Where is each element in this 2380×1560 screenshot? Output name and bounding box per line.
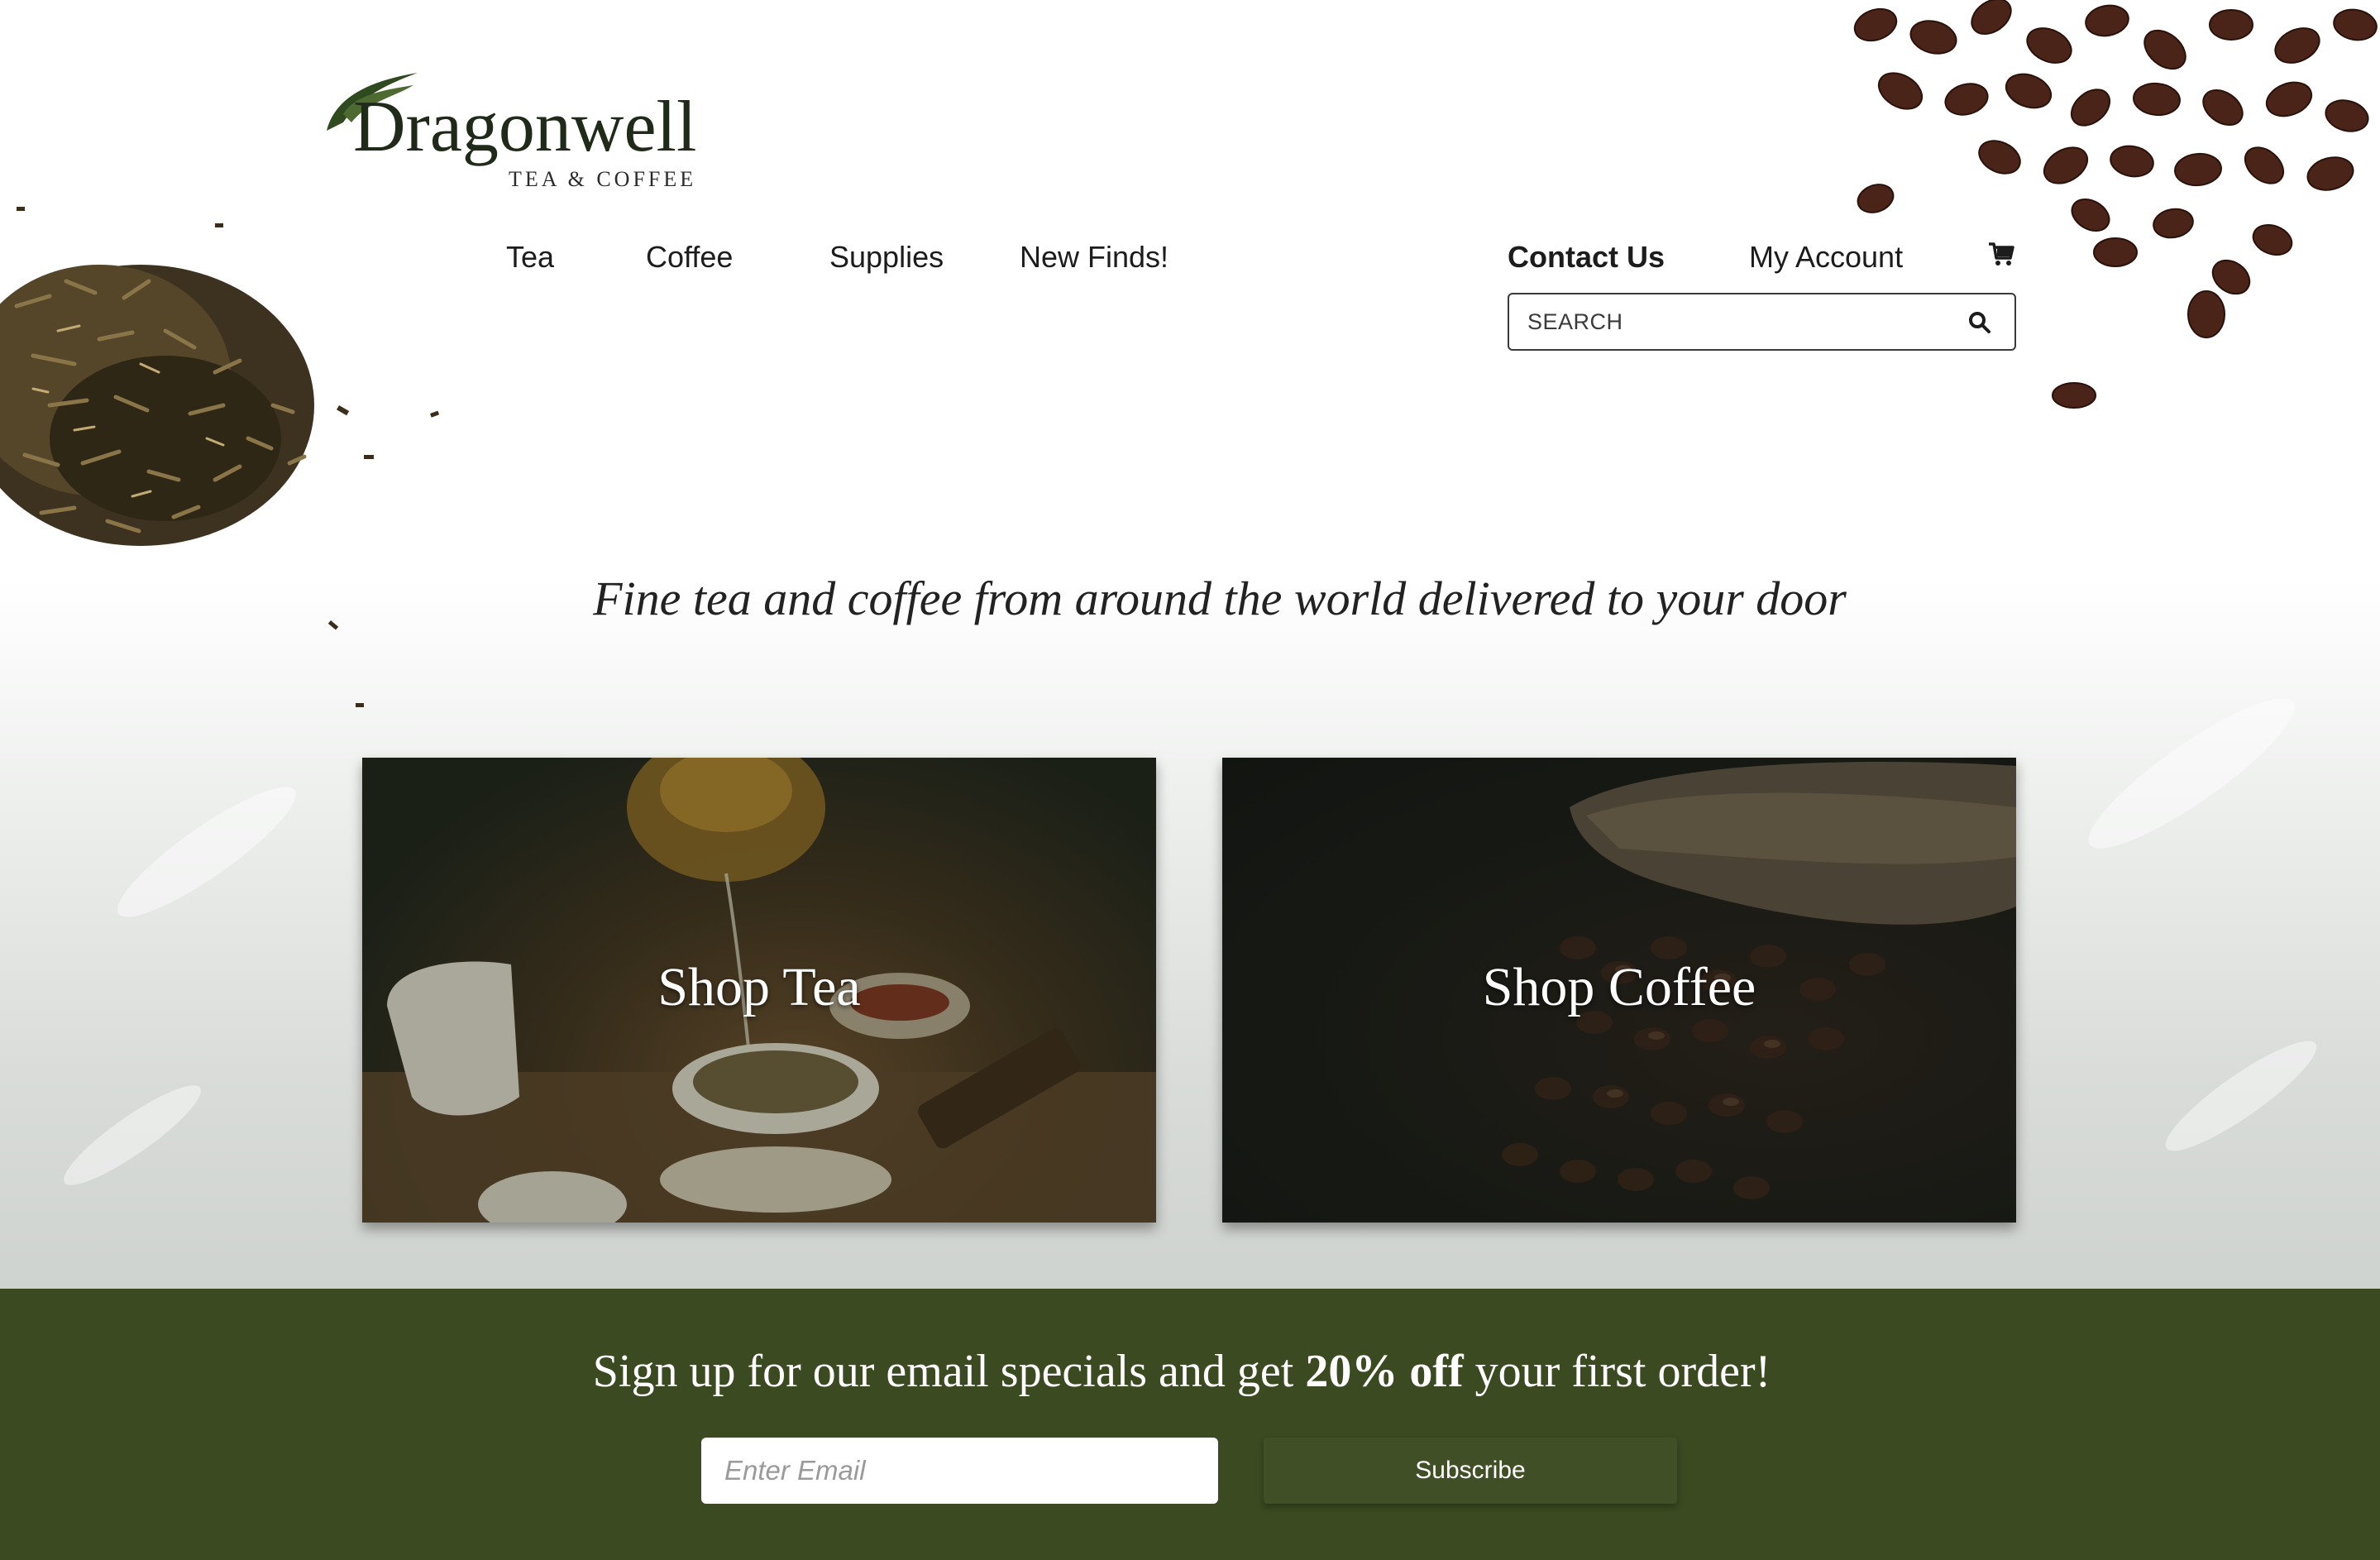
search-box [1508,293,2016,351]
newsletter-section: Sign up for our email specials and get 2… [0,1289,2380,1560]
brand-subtitle: TEA & COFFEE [509,167,697,191]
nav-item-new-finds[interactable]: New Finds! [1020,240,1168,275]
search-icon[interactable] [1968,311,1991,334]
shop-tea-card[interactable]: Shop Tea [362,758,1156,1223]
newsletter-discount: 20% off [1305,1346,1464,1397]
shop-coffee-card[interactable]: Shop Coffee [1222,758,2016,1223]
shop-coffee-label: Shop Coffee [1482,957,1756,1017]
subscribe-button[interactable]: Subscribe [1264,1438,1677,1504]
search-input[interactable] [1527,303,1957,341]
shop-tea-label: Shop Tea [657,957,861,1017]
tea-leaves-image [0,207,440,707]
coffee-beans-image [1853,0,2378,409]
nav-item-supplies[interactable]: Supplies [829,240,944,275]
brand-name: Dragonwell [353,87,697,167]
my-account-link[interactable]: My Account [1749,240,1903,275]
newsletter-text-before: Sign up for our email specials and get [592,1346,1306,1397]
nav-item-tea[interactable]: Tea [506,240,554,275]
cart-icon[interactable] [1987,240,2015,268]
brand-logo[interactable]: Dragonwell TEA & COFFEE [318,60,699,200]
contact-us-link[interactable]: Contact Us [1508,240,1665,275]
nav-item-coffee[interactable]: Coffee [646,240,733,275]
hero-tagline: Fine tea and coffee from around the worl… [593,572,1847,625]
newsletter-text-after: your first order! [1463,1346,1771,1397]
newsletter-headline: Sign up for our email specials and get 2… [0,1345,2363,1398]
email-field[interactable] [701,1438,1218,1504]
